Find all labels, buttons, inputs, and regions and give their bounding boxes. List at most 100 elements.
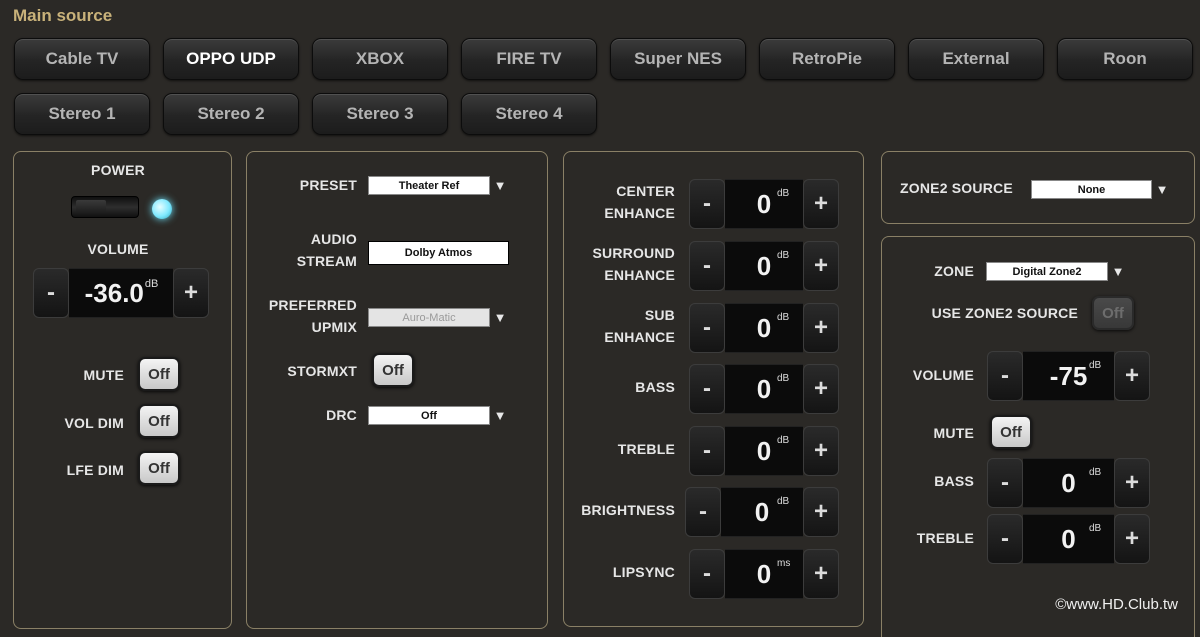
bass-label: BASS <box>635 379 675 395</box>
surround-enhance-label-2: ENHANCE <box>604 267 675 283</box>
zone-volume-decrease-button[interactable]: - <box>987 351 1023 401</box>
zone-mute-label: MUTE <box>933 425 974 441</box>
brightness-label: BRIGHTNESS <box>581 502 675 518</box>
audio-panel: PRESET Theater Ref ▼ AUDIO STREAM Dolby … <box>246 151 548 629</box>
lipsync-stepper: - 0 ms + <box>689 549 839 599</box>
volume-decrease-button[interactable]: - <box>33 268 69 318</box>
source-button-cable-tv[interactable]: Cable TV <box>14 38 150 80</box>
treble-label: TREBLE <box>617 441 675 457</box>
zone-treble-stepper: - 0 dB + <box>987 514 1150 564</box>
sub-enhance-increase-button[interactable]: + <box>803 303 839 353</box>
zone-volume-value: -75 <box>1049 360 1088 391</box>
audio-stream-label-2: STREAM <box>296 253 357 269</box>
volume-readout: -36.0 dB <box>69 268 173 318</box>
upmix-label-2: UPMIX <box>311 319 357 335</box>
lipsync-value: 0 <box>756 558 772 589</box>
lfe-dim-label: LFE DIM <box>66 462 124 478</box>
treble-value: 0 <box>756 435 772 466</box>
zone-treble-increase-button[interactable]: + <box>1114 514 1150 564</box>
brightness-decrease-button[interactable]: - <box>685 487 721 537</box>
upmix-label-1: PREFERRED <box>268 297 357 313</box>
source-button-roon[interactable]: Roon <box>1057 38 1193 80</box>
surround-enhance-decrease-button[interactable]: - <box>689 241 725 291</box>
power-label: POWER <box>91 162 145 178</box>
bass-readout: 0 dB <box>725 364 803 414</box>
zone-treble-decrease-button[interactable]: - <box>987 514 1023 564</box>
tone-panel: CENTER ENHANCE - 0 dB + SURROUND ENHANCE… <box>563 151 864 627</box>
zone2-source-panel: ZONE2 SOURCE None ▼ <box>881 151 1195 224</box>
bass-stepper: - 0 dB + <box>689 364 839 414</box>
zone-bass-label: BASS <box>934 473 974 489</box>
drc-select[interactable]: Off ▼ <box>368 406 510 425</box>
source-button-oppo-udp[interactable]: OPPO UDP <box>163 38 299 80</box>
stormxt-toggle[interactable]: Off <box>372 353 414 387</box>
lipsync-decrease-button[interactable]: - <box>689 549 725 599</box>
lipsync-increase-button[interactable]: + <box>803 549 839 599</box>
source-button-retropie[interactable]: RetroPie <box>759 38 895 80</box>
center-enhance-stepper: - 0 dB + <box>689 179 839 229</box>
main-panel: POWER VOLUME - -36.0 dB + MUTE Off VOL D… <box>13 151 232 629</box>
db-unit-label: dB <box>777 188 790 199</box>
surround-enhance-stepper: - 0 dB + <box>689 241 839 291</box>
zone-bass-decrease-button[interactable]: - <box>987 458 1023 508</box>
zone-bass-increase-button[interactable]: + <box>1114 458 1150 508</box>
center-enhance-value: 0 <box>756 188 772 219</box>
zone-select[interactable]: Digital Zone2 ▼ <box>986 262 1128 281</box>
volume-unit: dB <box>144 278 159 290</box>
lfe-dim-toggle[interactable]: Off <box>138 451 180 485</box>
db-unit-label: dB <box>1089 523 1102 534</box>
db-unit-label: dB <box>777 373 790 384</box>
power-slider[interactable] <box>71 196 139 218</box>
treble-increase-button[interactable]: + <box>803 426 839 476</box>
mute-label: MUTE <box>83 367 124 383</box>
db-unit-label: dB <box>1089 467 1102 478</box>
center-enhance-readout: 0 dB <box>725 179 803 229</box>
treble-stepper: - 0 dB + <box>689 426 839 476</box>
source-button-stereo-2[interactable]: Stereo 2 <box>163 93 299 135</box>
use-zone2-source-label: USE ZONE2 SOURCE <box>931 305 1078 321</box>
zone-volume-increase-button[interactable]: + <box>1114 351 1150 401</box>
surround-enhance-increase-button[interactable]: + <box>803 241 839 291</box>
bass-increase-button[interactable]: + <box>803 364 839 414</box>
center-enhance-increase-button[interactable]: + <box>803 179 839 229</box>
chevron-down-icon[interactable]: ▼ <box>1108 262 1128 281</box>
mute-toggle[interactable]: Off <box>138 357 180 391</box>
zone2-source-select[interactable]: None ▼ <box>1031 180 1172 199</box>
sub-enhance-label-2: ENHANCE <box>604 329 675 345</box>
zone-volume-readout: -75 dB <box>1023 351 1114 401</box>
source-button-super-nes[interactable]: Super NES <box>610 38 746 80</box>
volume-increase-button[interactable]: + <box>173 268 209 318</box>
preset-label: PRESET <box>299 177 357 193</box>
source-button-stereo-1[interactable]: Stereo 1 <box>14 93 150 135</box>
source-button-xbox[interactable]: XBOX <box>312 38 448 80</box>
source-button-stereo-4[interactable]: Stereo 4 <box>461 93 597 135</box>
source-button-external[interactable]: External <box>908 38 1044 80</box>
sub-enhance-stepper: - 0 dB + <box>689 303 839 353</box>
chevron-down-icon[interactable]: ▼ <box>490 176 510 195</box>
use-zone2-source-toggle: Off <box>1092 296 1134 330</box>
zone-mute-toggle[interactable]: Off <box>990 415 1032 449</box>
zone-volume-label: VOLUME <box>912 367 974 383</box>
vol-dim-toggle[interactable]: Off <box>138 404 180 438</box>
bass-decrease-button[interactable]: - <box>689 364 725 414</box>
ms-unit-label: ms <box>777 558 791 569</box>
sub-enhance-decrease-button[interactable]: - <box>689 303 725 353</box>
treble-decrease-button[interactable]: - <box>689 426 725 476</box>
lipsync-readout: 0 ms <box>725 549 803 599</box>
source-button-fire-tv[interactable]: FIRE TV <box>461 38 597 80</box>
volume-label: VOLUME <box>87 241 149 257</box>
chevron-down-icon[interactable]: ▼ <box>1152 180 1172 199</box>
zone-bass-readout: 0 dB <box>1023 458 1114 508</box>
treble-readout: 0 dB <box>725 426 803 476</box>
source-button-stereo-3[interactable]: Stereo 3 <box>312 93 448 135</box>
chevron-down-icon[interactable]: ▼ <box>490 406 510 425</box>
db-unit-label: dB <box>1089 360 1102 371</box>
center-enhance-decrease-button[interactable]: - <box>689 179 725 229</box>
upmix-select: Auro-Matic ▼ <box>368 308 510 327</box>
preset-select[interactable]: Theater Ref ▼ <box>368 176 510 195</box>
zone2-source-label: ZONE2 SOURCE <box>900 180 1013 196</box>
sub-enhance-label-1: SUB <box>644 307 675 323</box>
sub-enhance-readout: 0 dB <box>725 303 803 353</box>
bass-value: 0 <box>756 373 772 404</box>
brightness-increase-button[interactable]: + <box>803 487 839 537</box>
